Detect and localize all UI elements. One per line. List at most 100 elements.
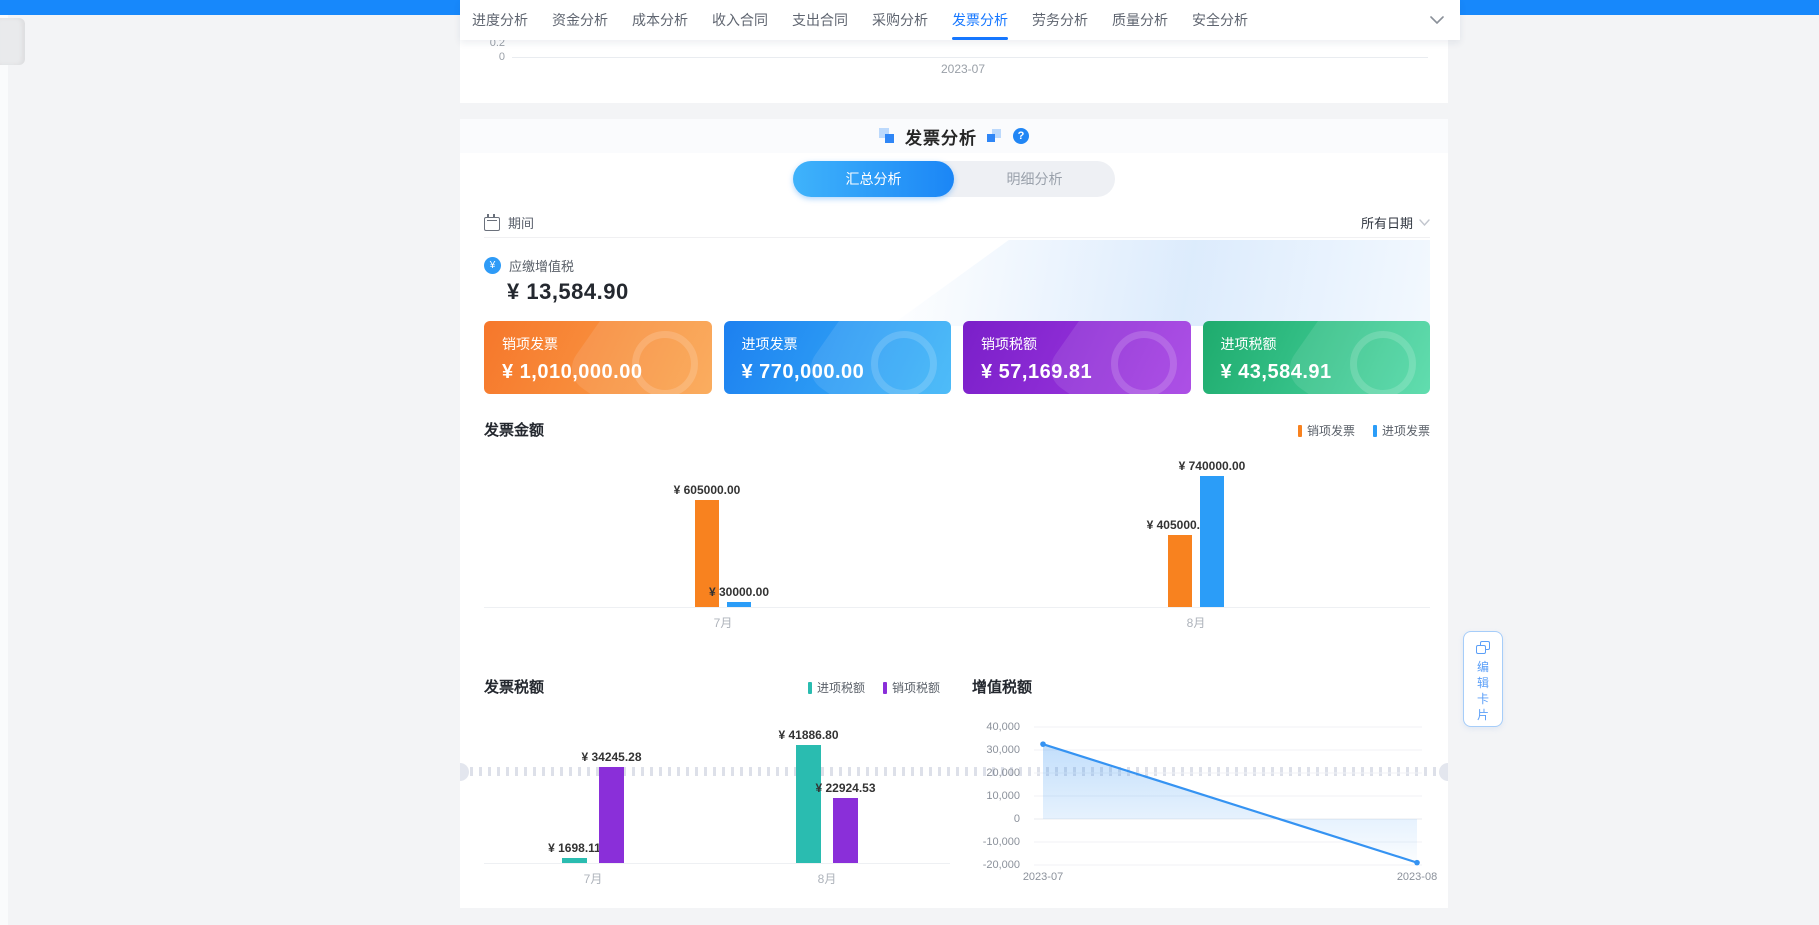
sidebar-collapsed-stub[interactable] <box>0 18 25 65</box>
chevron-down-icon[interactable] <box>1430 16 1444 24</box>
bar-value-label: ¥ 22924.53 <box>781 781 911 795</box>
invoice-amount-chart: ¥ 605000.00 ¥ 30000.00 7月 ¥ 405000.00 ¥ 7400… <box>460 440 1448 630</box>
remnant-xlabel: 2023-07 <box>903 62 1023 76</box>
remnant-gridline <box>512 57 1428 58</box>
divider-line <box>484 237 1430 238</box>
date-filter-dropdown[interactable]: 所有日期 <box>1361 213 1430 232</box>
stat-card-input-tax: 进项税额 ¥ 43,584.91 <box>1203 321 1431 394</box>
nav-tab-9[interactable]: 安全分析 <box>1192 0 1248 40</box>
bar-销项税额-8月 <box>833 798 858 863</box>
nav-tabs: 进度分析资金分析成本分析收入合同支出合同采购分析发票分析劳务分析质量分析安全分析 <box>472 0 1248 40</box>
stat-card-label: 销项税额 <box>981 334 1191 354</box>
help-icon[interactable]: ? <box>1013 128 1029 144</box>
legend-item[interactable]: 进项税额 <box>808 679 865 696</box>
nav-tab-1[interactable]: 资金分析 <box>552 0 608 40</box>
stat-card-value: ¥ 57,169.81 <box>981 361 1191 384</box>
previous-chart-remnant: 0.2 0 2023-07 <box>460 40 1448 103</box>
y-tick-label: 20,000 <box>962 766 1020 780</box>
invoice-amount-chart-title: 发票金额 <box>484 419 544 440</box>
bar-销项发票-8月 <box>1168 535 1192 607</box>
nav-tab-3[interactable]: 收入合同 <box>712 0 768 40</box>
y-tick-label: 40,000 <box>962 720 1020 734</box>
bar-value-label: ¥ 740000.00 <box>1147 459 1277 473</box>
vat-due-label: 应缴增值税 <box>509 256 574 275</box>
stat-card-input-invoice: 进项发票 ¥ 770,000.00 <box>724 321 952 394</box>
stat-card-value: ¥ 770,000.00 <box>742 361 952 384</box>
y-tick-label: 10,000 <box>962 789 1020 803</box>
vat-chart-plot <box>1032 720 1424 872</box>
stat-card-output-invoice: 销项发票 ¥ 1,010,000.00 <box>484 321 712 394</box>
x-category-label: 8月 <box>787 870 867 887</box>
x-category-label: 7月 <box>553 870 633 887</box>
y-tick-label: -10,000 <box>962 835 1020 849</box>
stat-card-label: 销项发票 <box>502 334 712 354</box>
stat-card-label: 进项税额 <box>1221 334 1431 354</box>
nav-tab-2[interactable]: 成本分析 <box>632 0 688 40</box>
invoice-tax-legend: 进项税额 销项税额 <box>808 679 940 696</box>
x-axis-line <box>484 607 1430 608</box>
cards-edit-icon <box>1476 641 1491 655</box>
bar-销项税额-7月 <box>599 767 624 863</box>
nav-tab-0[interactable]: 进度分析 <box>472 0 528 40</box>
vat-chart-xlabel: 2023-08 <box>1372 871 1462 883</box>
period-label: 期间 <box>508 213 534 232</box>
bar-进项发票-7月 <box>727 602 751 607</box>
nav-tab-7[interactable]: 劳务分析 <box>1032 0 1088 40</box>
legend-marker-icon <box>1298 425 1302 437</box>
legend-marker-icon <box>808 682 812 694</box>
x-category-label: 7月 <box>683 614 763 631</box>
bar-value-label: ¥ 605000.00 <box>642 483 772 497</box>
invoice-tax-chart: ¥ 1698.11¥ 34245.287月¥ 41886.80¥ 22924.5… <box>460 700 955 885</box>
remnant-ytick-zero: 0 <box>460 51 505 63</box>
bar-value-label: ¥ 30000.00 <box>674 585 804 599</box>
bar-进项发票-8月 <box>1200 476 1224 607</box>
legend-item[interactable]: 进项发票 <box>1373 422 1430 439</box>
left-margin-strip <box>0 15 8 925</box>
vat-chart-xlabel: 2023-07 <box>998 871 1088 883</box>
legend-item[interactable]: 销项税额 <box>883 679 940 696</box>
invoice-tax-chart-title: 发票税额 <box>484 676 544 697</box>
edit-card-label: 编辑卡片 <box>1476 659 1490 723</box>
bar-value-label: ¥ 41886.80 <box>744 728 874 742</box>
line-chart-svg <box>1032 720 1424 872</box>
page: 进度分析资金分析成本分析收入合同支出合同采购分析发票分析劳务分析质量分析安全分析… <box>0 0 1819 925</box>
main-column: 进度分析资金分析成本分析收入合同支出合同采购分析发票分析劳务分析质量分析安全分析… <box>460 0 1448 925</box>
nav-tab-5[interactable]: 采购分析 <box>872 0 928 40</box>
stat-cards-row: 销项发票 ¥ 1,010,000.00 进项发票 ¥ 770,000.00 销项… <box>484 321 1430 394</box>
stat-card-value: ¥ 43,584.91 <box>1221 361 1431 384</box>
nav-tab-4[interactable]: 支出合同 <box>792 0 848 40</box>
analysis-tab-bar: 进度分析资金分析成本分析收入合同支出合同采购分析发票分析劳务分析质量分析安全分析 <box>460 0 1460 40</box>
chevron-down-icon <box>1419 219 1430 226</box>
period-row: 期间 所有日期 <box>484 208 1430 236</box>
date-filter-value: 所有日期 <box>1361 213 1413 232</box>
invoice-analysis-section: 发票分析 ? 汇总分析 明细分析 期间 所有日期 应缴增值税 <box>460 119 1448 908</box>
section-title: 发票分析 <box>905 124 977 149</box>
y-tick-label: -20,000 <box>962 858 1020 872</box>
x-axis-line <box>484 863 950 864</box>
vat-due-value: ¥ 13,584.90 <box>507 279 629 305</box>
legend-label: 进项发票 <box>1382 422 1430 439</box>
vat-amount-chart-title: 增值税额 <box>972 676 1032 697</box>
section-header: 发票分析 ? <box>460 119 1448 153</box>
toggle-detail-analysis[interactable]: 明细分析 <box>954 161 1115 197</box>
invoice-amount-legend: 销项发票 进项发票 <box>1298 422 1430 439</box>
nav-tab-6[interactable]: 发票分析 <box>952 0 1008 40</box>
vat-chart-yaxis: 40,00030,00020,00010,0000-10,000-20,000 <box>962 720 1020 872</box>
bar-value-label: ¥ 405000.00 <box>1115 518 1245 532</box>
deco-squares-right-icon <box>987 128 1003 144</box>
stat-card-output-tax: 销项税额 ¥ 57,169.81 <box>963 321 1191 394</box>
analysis-mode-toggle: 汇总分析 明细分析 <box>793 161 1115 197</box>
edit-card-button[interactable]: 编辑卡片 <box>1463 631 1503 727</box>
bar-进项税额-7月 <box>562 858 587 863</box>
vat-due-row: 应缴增值税 <box>484 256 574 275</box>
divider-handle-right[interactable] <box>1439 763 1448 781</box>
stat-card-value: ¥ 1,010,000.00 <box>502 361 712 384</box>
decorative-gradient <box>890 240 1430 326</box>
legend-label: 销项税额 <box>892 679 940 696</box>
x-category-label: 8月 <box>1156 614 1236 631</box>
nav-tab-8[interactable]: 质量分析 <box>1112 0 1168 40</box>
bar-进项税额-8月 <box>796 745 821 863</box>
legend-item[interactable]: 销项发票 <box>1298 422 1355 439</box>
legend-marker-icon <box>883 682 887 694</box>
toggle-summary-analysis[interactable]: 汇总分析 <box>793 161 954 197</box>
